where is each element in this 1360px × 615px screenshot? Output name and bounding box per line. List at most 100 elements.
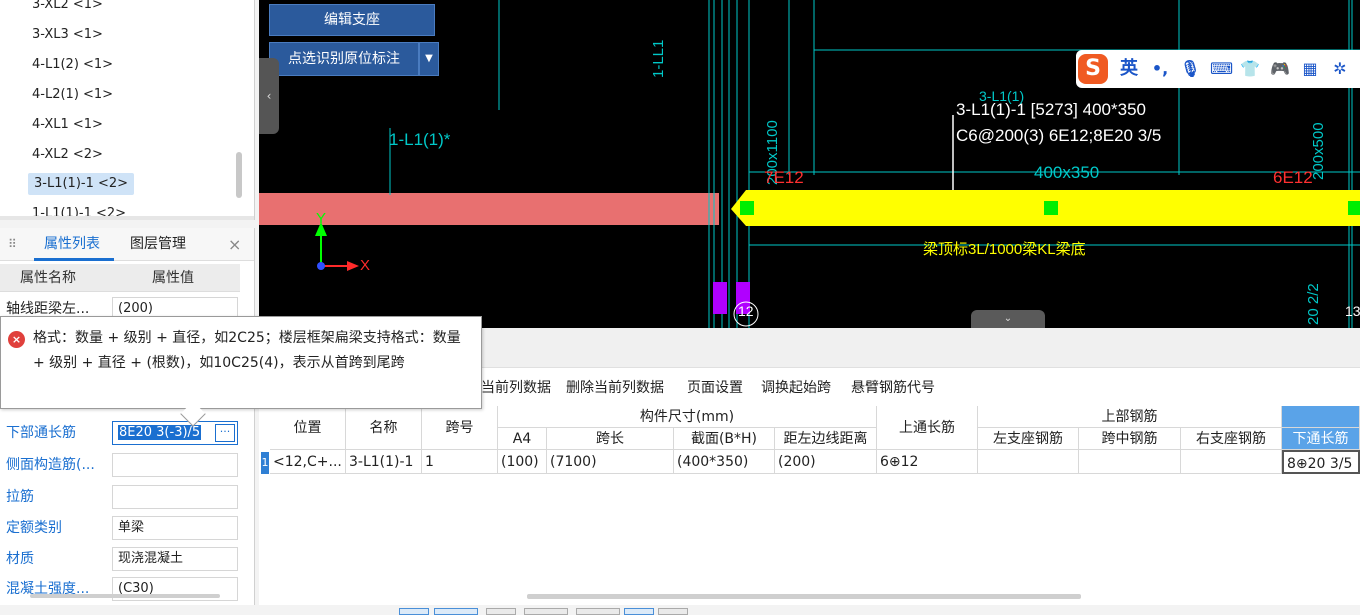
status-button[interactable] [524,608,568,615]
beam-grip-start[interactable] [740,201,754,215]
axis-number: 12 [738,303,754,319]
col-header[interactable]: 位置 [270,406,346,450]
property-name: 混凝土强度... [6,581,90,597]
edit-support-button[interactable]: 编辑支座 [269,4,435,36]
table-cell[interactable]: 6⊕12 [877,450,978,474]
col-header[interactable]: 上通长筋 [877,406,978,450]
status-button[interactable] [486,608,516,615]
column-mark [713,282,727,314]
toolbar-item[interactable]: 调换起始跨 [761,368,831,408]
property-row: 下部通长筋 8E20 3(-3)/5 ··· [0,418,240,448]
tab-property-list[interactable]: 属性列表 [44,228,100,261]
settings-icon[interactable]: ✲ [1330,59,1350,79]
status-button[interactable] [658,608,688,615]
beam-label: 3-L1(1) [979,88,1025,104]
row-number[interactable]: 1 [261,452,269,474]
pick-annotation-button[interactable]: 点选识别原位标注 [269,42,419,76]
status-button[interactable] [399,608,429,615]
table-cell[interactable] [1181,450,1282,474]
status-button[interactable] [434,608,478,615]
skin-icon[interactable]: 👕 [1240,59,1260,79]
property-panel: ⠿ 属性列表 图层管理 × 属性名称 属性值 轴线距梁左... (200) 下部… [0,228,255,615]
tab-layer-manager[interactable]: 图层管理 [130,228,186,261]
table-cell-active[interactable]: 8⊕20 3/5 [1282,450,1360,474]
bottom-rebar-input[interactable]: 8E20 3(-3)/5 ··· [112,421,238,445]
selected-text: 8E20 3(-3)/5 [118,425,202,440]
rebar-label: 6E12 [1273,168,1313,187]
chevron-down-icon[interactable]: ▼ [419,42,439,76]
table-cell[interactable]: <12,C+... [270,450,346,474]
game-icon[interactable]: 🎮 [1270,59,1290,79]
table-cell[interactable] [1079,450,1181,474]
table-cell[interactable]: 3-L1(1)-1 [346,450,422,474]
beam-grip-mid[interactable] [1044,201,1058,215]
beam-note: 梁顶标3L/1000梁KL梁底 [923,241,1086,258]
tree-scrollbar[interactable] [236,152,242,198]
beam-label-vertical: 1-LL1 [650,39,667,78]
property-value[interactable] [112,485,238,509]
col-header[interactable]: 跨中钢筋 [1079,428,1181,450]
beam-grip-end[interactable] [1348,201,1360,215]
mic-icon[interactable]: 🎙 [1180,59,1200,79]
x-axis-label: X [360,257,371,274]
property-row: 拉筋 [0,482,240,512]
tree-hscrollbar[interactable] [0,216,254,220]
tree-item[interactable]: 3-XL2 <1> [32,0,103,16]
tree-item-selected[interactable]: 3-L1(1)-1 <2> [28,173,135,195]
col-header[interactable]: 跨长 [547,428,674,450]
property-value[interactable] [112,453,238,477]
toolbar-item[interactable]: 页面设置 [687,368,743,408]
ellipsis-button[interactable]: ··· [215,424,235,442]
toolbar-item[interactable]: 悬臂钢筋代号 [851,368,935,408]
property-row: 定额类别 单梁 [0,513,240,543]
table-cell[interactable] [978,450,1079,474]
col-header[interactable]: A4 [498,428,547,450]
toolbar-item[interactable]: 当前列数据 [481,368,551,408]
tree-item[interactable]: 4-XL1 <1> [32,114,103,136]
grid-hscrollbar[interactable] [527,594,1081,599]
col-header[interactable]: 跨号 [422,406,498,450]
grid-icon[interactable]: ▦ [1300,59,1320,79]
status-button[interactable] [576,608,620,615]
component-tree: 3-XL2 <1> 3-XL3 <1> 4-L1(2) <1> 4-L2(1) … [0,0,255,220]
keyboard-icon[interactable]: ⌨ [1210,59,1233,79]
panel-hscrollbar[interactable] [30,594,220,598]
property-row: 混凝土强度... (C30) [0,574,240,604]
col-header[interactable]: 名称 [346,406,422,450]
x-axis-arrow [347,261,359,271]
red-beam[interactable] [259,193,719,225]
active-tab-indicator [34,258,114,261]
status-button[interactable] [624,608,654,615]
col-header[interactable]: 距左边线距离 [775,428,877,450]
col-group-header: 上部钢筋 [978,406,1282,428]
collapse-bottom-handle[interactable]: ⌄ [971,310,1045,328]
sogou-logo-icon[interactable]: S [1078,54,1108,84]
tree-item[interactable]: 4-L2(1) <1> [32,84,113,106]
toolbar-item[interactable]: 删除当前列数据 [566,368,664,408]
table-cell[interactable]: (400*350) [674,450,775,474]
col-group-header: 构件尺寸(mm) [498,406,877,428]
tree-item[interactable]: 4-XL2 <2> [32,144,103,166]
table-cell[interactable]: (7100) [547,450,674,474]
panel-tabs: ⠿ 属性列表 图层管理 × [0,228,254,261]
property-name: 材质 [6,551,34,567]
close-icon[interactable]: × [228,228,241,261]
collapse-panel-handle[interactable]: ‹ [259,58,279,134]
punct-icon[interactable]: •, [1150,59,1170,79]
table-cell[interactable]: (200) [775,450,877,474]
drag-grip-icon[interactable]: ⠿ [8,236,18,252]
col-header-selected[interactable]: 下通长筋 [1282,428,1360,450]
col-header[interactable]: 左支座钢筋 [978,428,1079,450]
table-cell[interactable]: 1 [422,450,498,474]
axis-number: 13 [1345,303,1360,319]
table-cell[interactable]: (100) [498,450,547,474]
tree-item[interactable]: 4-L1(2) <1> [32,54,113,76]
property-value[interactable]: 现浇混凝土 [112,547,238,571]
col-header[interactable]: 截面(B*H) [674,428,775,450]
property-value[interactable]: 单梁 [112,516,238,540]
tree-item[interactable]: 3-XL3 <1> [32,24,103,46]
language-toggle[interactable]: 英 [1120,50,1138,88]
property-name: 下部通长筋 [6,425,76,441]
col-header[interactable]: 右支座钢筋 [1181,428,1282,450]
property-row: 材质 现浇混凝土 [0,544,240,574]
